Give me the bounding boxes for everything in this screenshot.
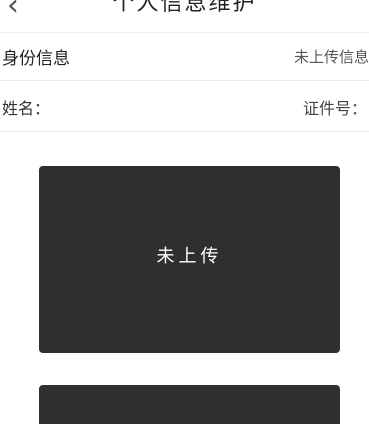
personal-info-page: ‹ 个人信息维护 身份信息 未上传信息 姓名： 证件号： 未上传 <box>0 0 369 424</box>
id-card-front-upload[interactable]: 未上传 <box>39 166 340 353</box>
id-number-label: 证件号： <box>302 98 367 118</box>
page-title: 个人信息维护 <box>112 0 257 16</box>
identity-info-row: 姓名： 证件号： <box>0 82 369 132</box>
name-label: 姓名： <box>2 98 51 118</box>
card-front-status: 未上传 <box>156 245 223 267</box>
navigation-bar: ‹ 个人信息维护 <box>0 0 369 33</box>
section-title: 身份信息 <box>2 49 70 69</box>
id-card-back-upload[interactable] <box>39 385 340 424</box>
identity-section-header: 身份信息 未上传信息 <box>0 33 369 81</box>
upload-status-text: 未上传信息 <box>293 48 369 66</box>
